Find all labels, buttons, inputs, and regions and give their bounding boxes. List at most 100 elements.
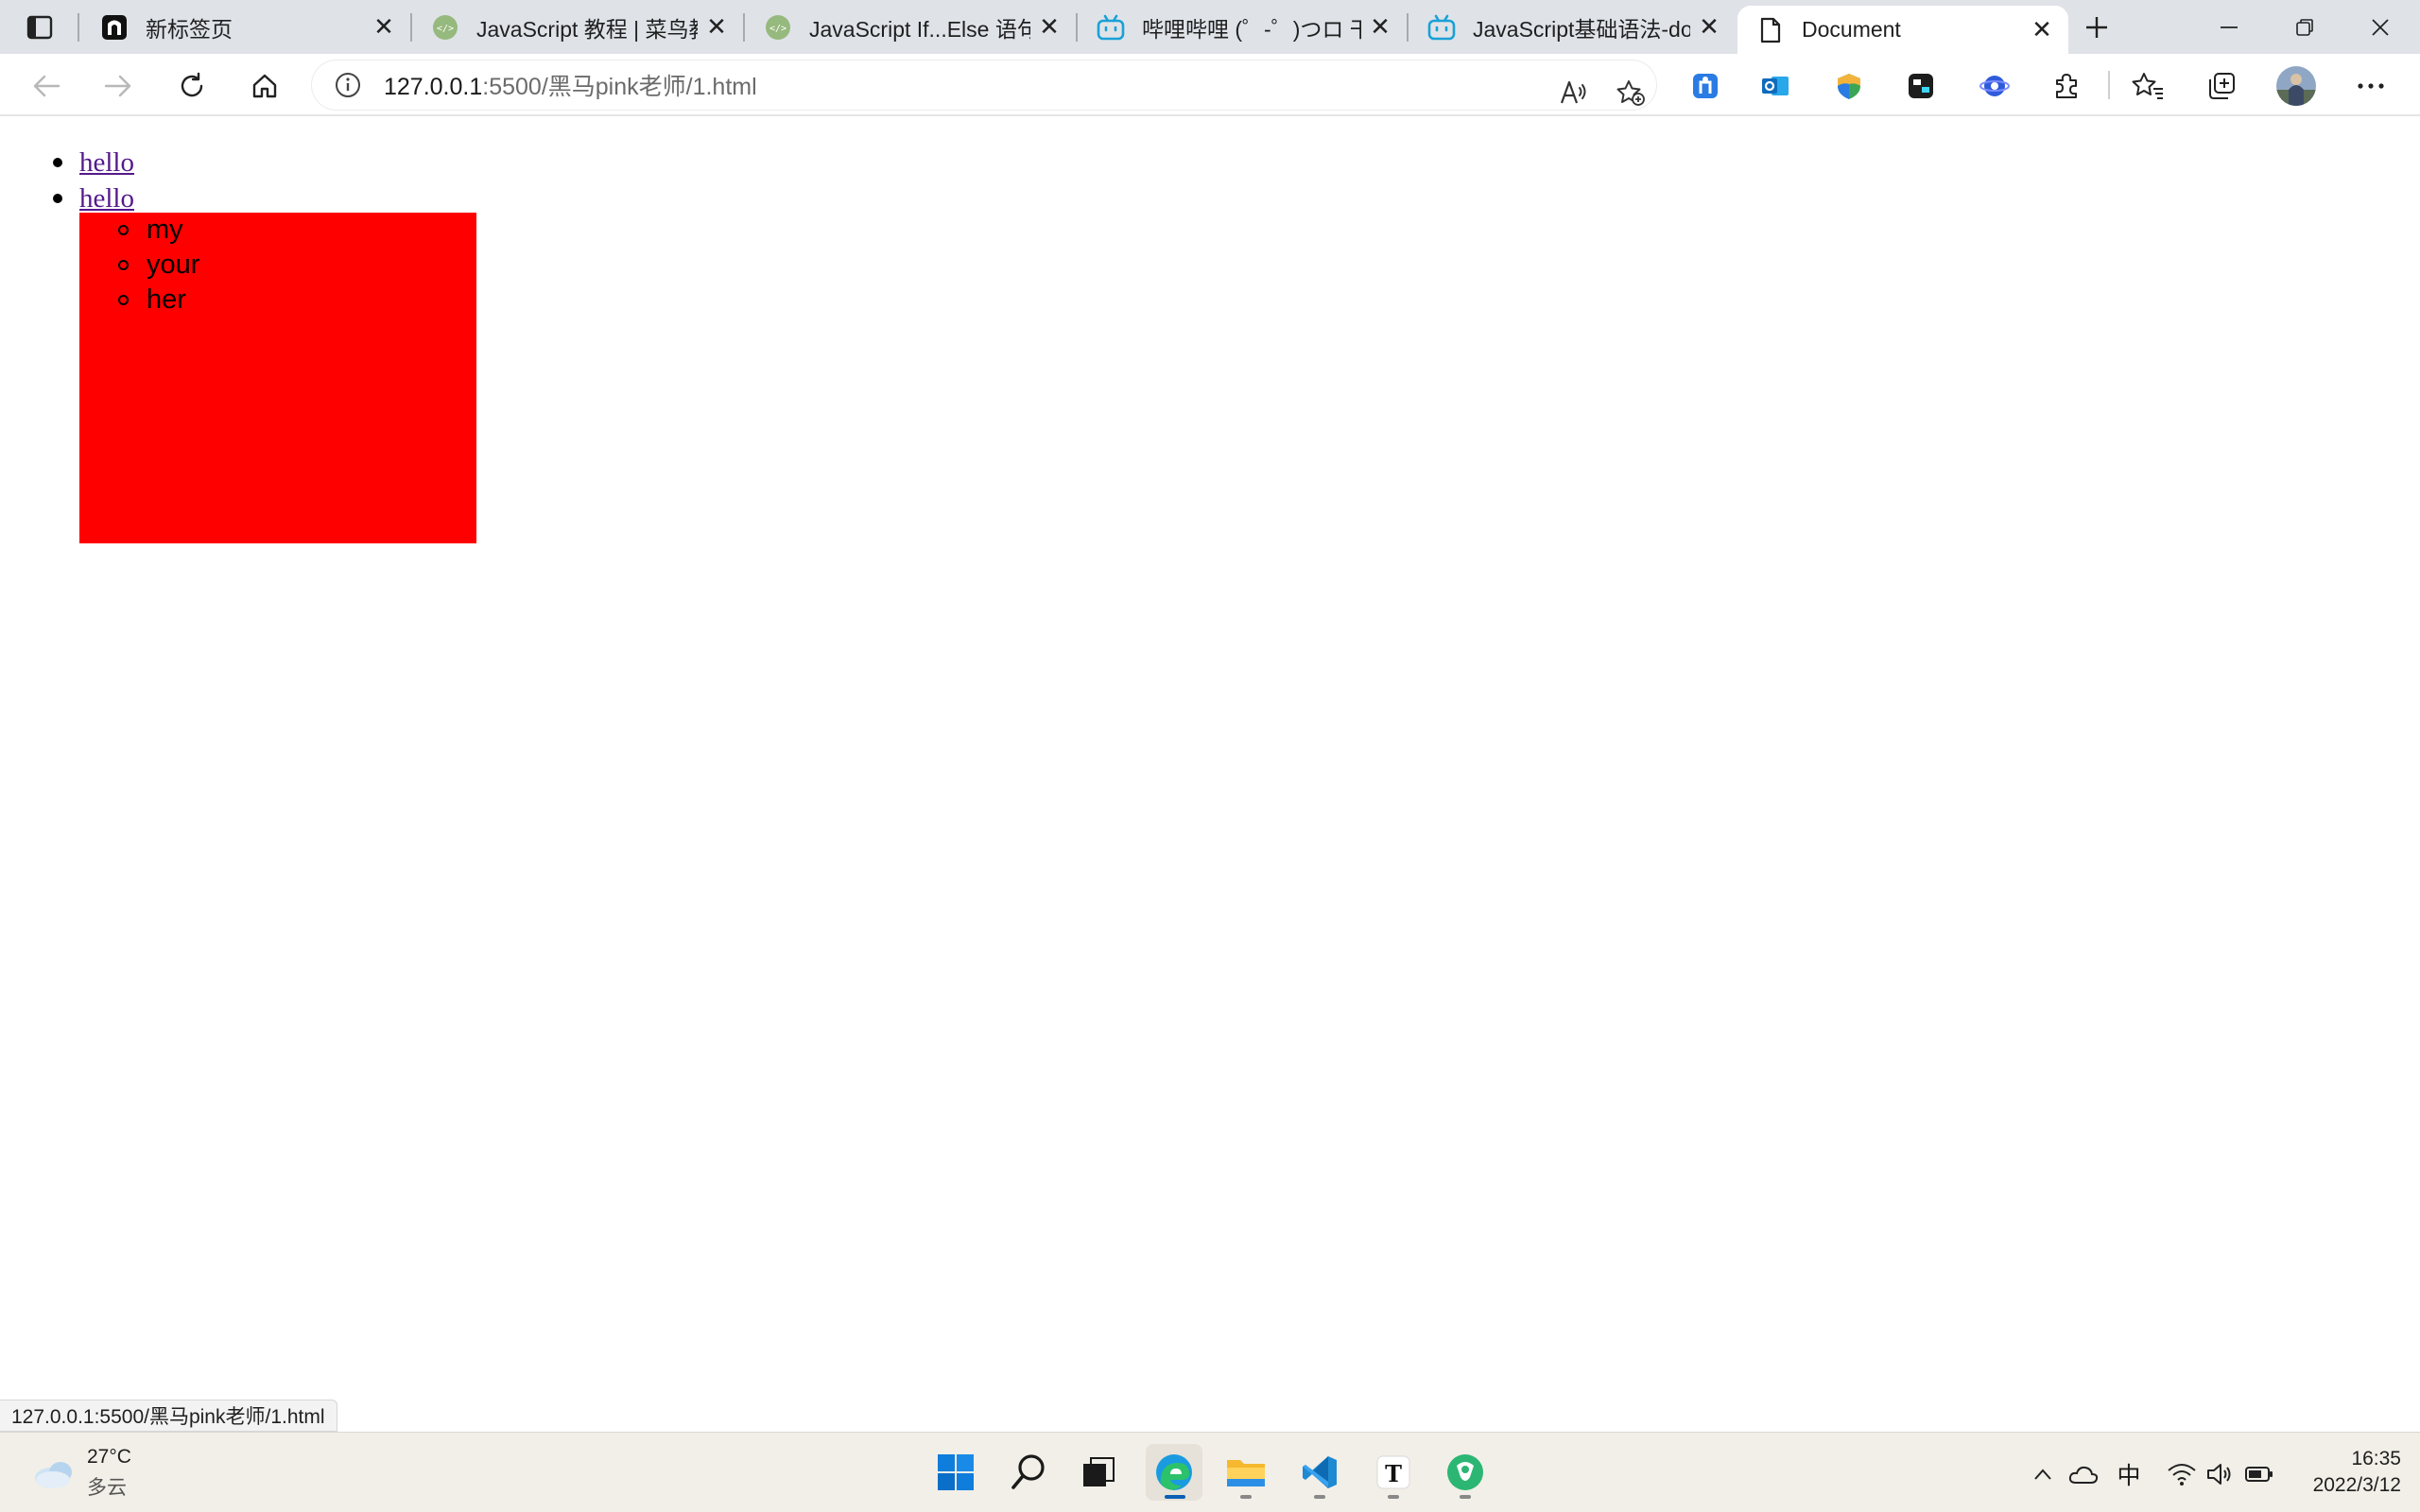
search-icon[interactable] (1000, 1444, 1057, 1501)
page-icon (100, 13, 129, 42)
submenu-box: my your her (79, 213, 476, 543)
list-item: hello (49, 145, 134, 180)
status-bar-url: 127.0.0.1:5500/黑马pink老师/1.html (0, 1400, 337, 1432)
profile-avatar[interactable] (2274, 64, 2318, 108)
home-icon[interactable] (241, 62, 288, 110)
url-host: 127.0.0.1 (384, 74, 483, 100)
close-icon[interactable]: ✕ (1030, 9, 1068, 46)
tab-title: Document (1802, 17, 1901, 42)
weather-condition: 多云 (87, 1477, 127, 1499)
url-text[interactable]: 127.0.0.1:5500/黑马pink老师/1.html (384, 68, 757, 102)
battery-icon[interactable] (2242, 1455, 2276, 1493)
list-item: hello (49, 180, 134, 216)
submenu-item: my (79, 213, 476, 248)
submenu-item: your (79, 248, 476, 283)
svg-text:T: T (1385, 1460, 1402, 1487)
file-explorer-icon[interactable] (1218, 1444, 1274, 1501)
running-indicator (1388, 1495, 1399, 1499)
address-bar[interactable]: 127.0.0.1:5500/黑马pink老师/1.html (312, 60, 1656, 110)
browser-toolbar: 127.0.0.1:5500/黑马pink老师/1.html (0, 54, 2420, 116)
info-icon[interactable] (331, 68, 365, 102)
svg-text:</>: </> (437, 24, 454, 34)
weather-temp: 27°C (87, 1446, 131, 1468)
task-view-icon[interactable] (1070, 1444, 1127, 1501)
refresh-icon[interactable] (168, 62, 216, 110)
extension-icon-globe[interactable] (1974, 65, 2015, 107)
close-icon[interactable]: ✕ (1690, 9, 1728, 46)
running-indicator (1460, 1495, 1471, 1499)
running-indicator (1314, 1495, 1325, 1499)
page-content: hello hello my your her (0, 118, 2420, 1432)
active-indicator (1165, 1495, 1185, 1499)
extensions-puzzle-icon[interactable] (2046, 65, 2087, 107)
bullet (118, 295, 129, 305)
tab-title: JavaScript If...Else 语句 | 菜 (809, 16, 1030, 42)
close-icon[interactable]: ✕ (2023, 11, 2061, 49)
tab-js-dom[interactable]: JavaScript基础语法-dom- ✕ (1409, 0, 1736, 54)
back-icon[interactable] (23, 62, 70, 110)
clock-time: 16:35 (2351, 1448, 2401, 1469)
ime-indicator[interactable]: 中 (2110, 1455, 2148, 1493)
restore-button[interactable] (2267, 0, 2342, 54)
bullet (118, 260, 129, 270)
add-favorite-icon[interactable] (1607, 69, 1654, 116)
bullet (53, 194, 62, 203)
more-menu-icon[interactable] (2350, 65, 2392, 107)
minimize-button[interactable] (2191, 0, 2267, 54)
tab-js-tutorial[interactable]: </> JavaScript 教程 | 菜鸟教程 ✕ (412, 0, 743, 54)
tab-actions-icon[interactable] (17, 8, 62, 47)
close-icon[interactable]: ✕ (1361, 9, 1399, 46)
wifi-icon[interactable] (2165, 1455, 2199, 1493)
cloud-icon (35, 1462, 72, 1488)
tab-title: JavaScript基础语法-dom- (1473, 16, 1690, 42)
tab-document[interactable]: Document ✕ (1737, 6, 2068, 54)
bilibili-icon (1097, 13, 1125, 42)
url-path: :5500/黑马pink老师/1.html (482, 74, 757, 100)
favorites-icon[interactable] (2127, 65, 2169, 107)
volume-icon[interactable] (2203, 1455, 2237, 1493)
collections-icon[interactable] (2201, 65, 2242, 107)
extension-icon-translate[interactable] (1685, 65, 1726, 107)
weather-widget[interactable]: 27°C 多云 (32, 1446, 131, 1501)
submenu-item: her (79, 283, 476, 318)
nav-list: hello hello (49, 145, 134, 216)
close-window-button[interactable] (2342, 0, 2418, 54)
hello-link-2[interactable]: hello (79, 183, 134, 214)
typora-icon[interactable]: T (1365, 1444, 1422, 1501)
running-indicator (1240, 1495, 1252, 1499)
forward-icon[interactable] (95, 62, 142, 110)
taskbar: 27°C 多云 T 中 16:35 2022/3/12 (0, 1432, 2420, 1512)
tab-bilibili[interactable]: 哔哩哔哩 (゜-゜)つロ 干杯 ✕ (1078, 0, 1407, 54)
start-button[interactable] (927, 1444, 984, 1501)
submenu-item-label: my (147, 215, 183, 245)
bilibili-icon (1427, 13, 1456, 42)
close-icon[interactable]: ✕ (698, 9, 735, 46)
runoob-icon: </> (764, 13, 792, 42)
tab-title: JavaScript 教程 | 菜鸟教程 (476, 16, 698, 42)
tab-strip: 新标签页 ✕ </> JavaScript 教程 | 菜鸟教程 ✕ </> Ja… (0, 0, 2420, 54)
system-clock[interactable]: 16:35 2022/3/12 (2278, 1446, 2401, 1499)
tab-new-tab[interactable]: 新标签页 ✕ (81, 0, 410, 54)
hello-link-1[interactable]: hello (79, 147, 134, 178)
vscode-icon[interactable] (1291, 1444, 1348, 1501)
new-tab-button[interactable] (2076, 8, 2118, 47)
tab-title: 哔哩哔哩 (゜-゜)つロ 干杯 (1142, 16, 1361, 42)
tab-separator (78, 13, 79, 42)
extension-icon-dark[interactable] (1900, 65, 1942, 107)
edge-icon[interactable] (1146, 1444, 1202, 1501)
app-icon-green[interactable] (1437, 1444, 1494, 1501)
tab-js-ifelse[interactable]: </> JavaScript If...Else 语句 | 菜 ✕ (745, 0, 1076, 54)
read-aloud-icon[interactable] (1550, 69, 1598, 116)
chevron-up-icon[interactable] (2029, 1455, 2057, 1493)
tab-title: 新标签页 (146, 16, 233, 42)
outlook-icon[interactable] (1754, 65, 1796, 107)
document-icon (1756, 16, 1785, 44)
close-icon[interactable]: ✕ (365, 9, 403, 46)
submenu-item-label: her (147, 284, 186, 315)
bullet (53, 158, 62, 167)
svg-text:</>: </> (769, 24, 786, 34)
extension-icon-shield[interactable] (1828, 65, 1870, 107)
onedrive-icon[interactable] (2066, 1455, 2100, 1493)
runoob-icon: </> (431, 13, 459, 42)
submenu-item-label: your (147, 249, 200, 280)
